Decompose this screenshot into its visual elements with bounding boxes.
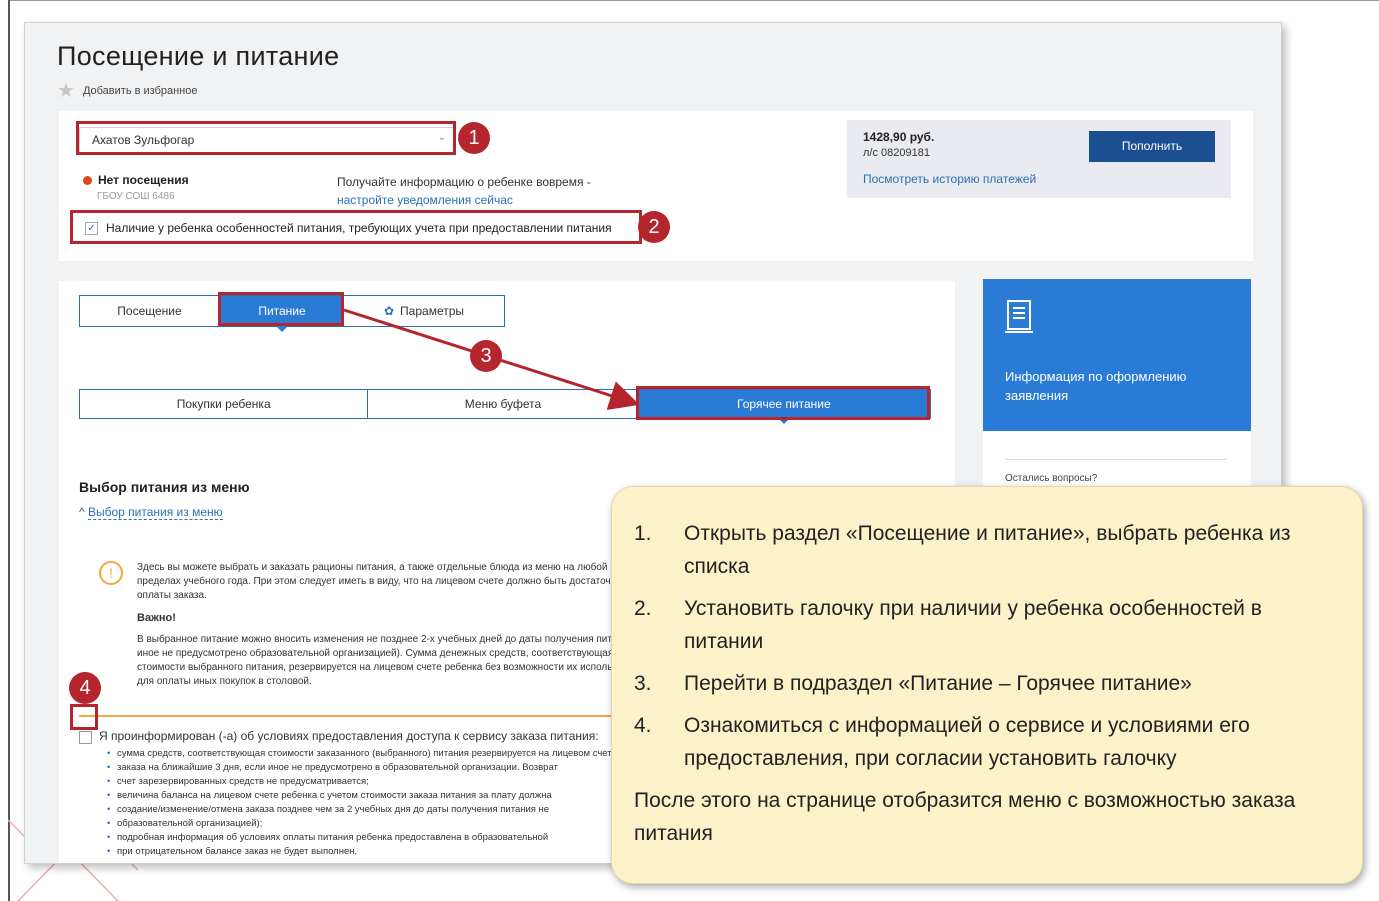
instruction-step: 1. Открыть раздел «Посещение и питание», … bbox=[634, 517, 1342, 583]
step-number: 3. bbox=[634, 672, 652, 695]
instructions-list: 1. Открыть раздел «Посещение и питание», … bbox=[634, 517, 1342, 775]
step-number: 4. bbox=[634, 714, 652, 737]
instructions-after: После этого на странице отобразится меню… bbox=[634, 789, 1296, 845]
step-number: 2. bbox=[634, 597, 652, 620]
step-badge-4: 4 bbox=[69, 672, 101, 704]
step-number: 1. bbox=[634, 522, 652, 545]
step-badge-3: 3 bbox=[470, 340, 502, 372]
instruction-step: 3. Перейти в подраздел «Питание – Горячее… bbox=[634, 667, 1342, 700]
instruction-step: 4. Ознакомиться с информацией о сервисе и… bbox=[634, 709, 1342, 775]
step-badge-1: 1 bbox=[458, 122, 490, 154]
step-text: Установить галочку при наличии у ребенка… bbox=[684, 597, 1262, 653]
step-text: Ознакомиться с информацией о сервисе и у… bbox=[684, 714, 1250, 770]
instructions-note: 1. Открыть раздел «Посещение и питание», … bbox=[611, 486, 1363, 884]
instruction-step: 2. Установить галочку при наличии у ребен… bbox=[634, 592, 1342, 658]
step-text: Открыть раздел «Посещение и питание», вы… bbox=[684, 522, 1291, 578]
step-badge-2: 2 bbox=[638, 211, 670, 243]
step-text: Перейти в подраздел «Питание – Горячее п… bbox=[684, 672, 1192, 695]
